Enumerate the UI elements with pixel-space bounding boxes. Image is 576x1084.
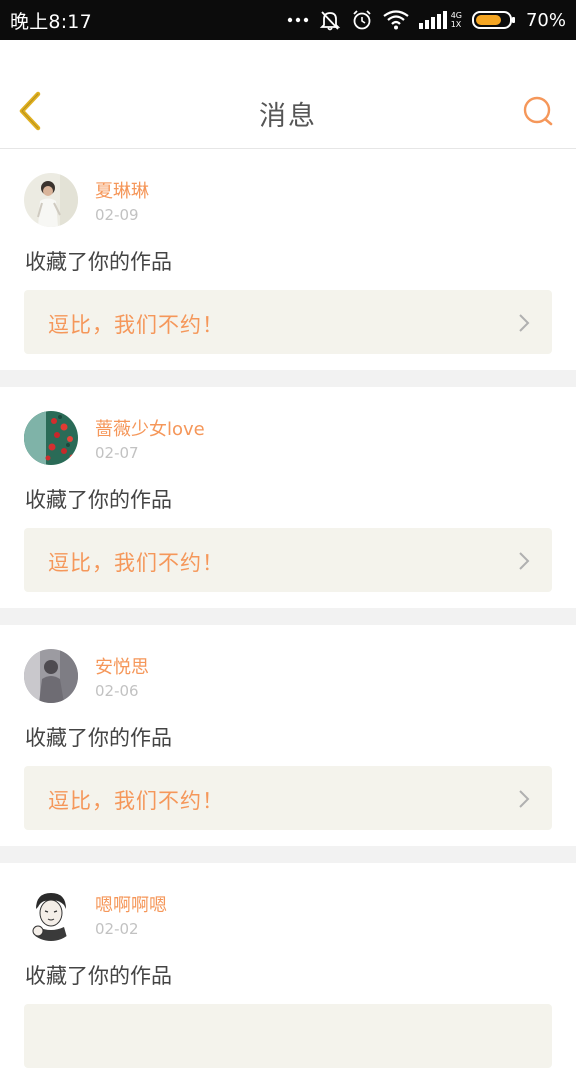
network-type: 4G [450, 11, 462, 20]
quoted-work[interactable] [24, 1004, 552, 1068]
page-title: 消息 [259, 101, 317, 132]
username[interactable]: 蔷薇少女love [95, 415, 205, 441]
quoted-work-title: 逗比，我们不约！ [48, 789, 224, 813]
quoted-work[interactable]: 逗比，我们不约！ [24, 766, 552, 830]
quoted-work[interactable]: 逗比，我们不约！ [24, 290, 552, 354]
divider [0, 370, 576, 387]
signal-icon: 4G 1X [418, 11, 462, 29]
quoted-work-title: 逗比，我们不约！ [48, 313, 224, 337]
chevron-right-icon [518, 551, 530, 575]
action-text: 收藏了你的作品 [25, 250, 172, 274]
message-item[interactable]: 夏琳琳 02-09 收藏了你的作品 逗比，我们不约！ [0, 149, 576, 370]
search-icon [522, 95, 554, 131]
username[interactable]: 夏琳琳 [95, 177, 149, 203]
battery-icon [471, 10, 516, 30]
search-button[interactable] [520, 95, 556, 131]
avatar[interactable] [24, 173, 78, 227]
action-text: 收藏了你的作品 [25, 488, 172, 512]
status-icons: 4G 1X 70% [287, 9, 566, 31]
message-date: 02-09 [95, 206, 139, 224]
message-date: 02-07 [95, 444, 139, 462]
battery-percent: 70% [525, 9, 566, 31]
username[interactable]: 嗯啊啊嗯 [95, 891, 167, 917]
header: 消息 [0, 40, 576, 149]
divider [0, 846, 576, 863]
chevron-right-icon [518, 789, 530, 813]
username[interactable]: 安悦思 [95, 653, 149, 679]
avatar[interactable] [24, 887, 78, 941]
status-time: 晚上8:17 [10, 10, 92, 33]
message-item[interactable]: 嗯啊啊嗯 02-02 收藏了你的作品 [0, 863, 576, 1084]
network-type-secondary: 1X [450, 20, 462, 29]
quoted-work[interactable]: 逗比，我们不约！ [24, 528, 552, 592]
notification-off-icon [319, 9, 341, 31]
message-list: 夏琳琳 02-09 收藏了你的作品 逗比，我们不约！ 蔷薇少女love 02-0… [0, 149, 576, 1084]
message-date: 02-06 [95, 682, 139, 700]
message-date: 02-02 [95, 920, 139, 938]
alarm-icon [351, 9, 373, 31]
chevron-right-icon [518, 313, 530, 337]
more-icon [287, 16, 309, 24]
quoted-work-title: 逗比，我们不约！ [48, 551, 224, 575]
wifi-icon [383, 10, 409, 30]
divider [0, 608, 576, 625]
avatar[interactable] [24, 411, 78, 465]
action-text: 收藏了你的作品 [25, 726, 172, 750]
action-text: 收藏了你的作品 [25, 964, 172, 988]
avatar[interactable] [24, 649, 78, 703]
message-item[interactable]: 安悦思 02-06 收藏了你的作品 逗比，我们不约！ [0, 625, 576, 846]
message-item[interactable]: 蔷薇少女love 02-07 收藏了你的作品 逗比，我们不约！ [0, 387, 576, 608]
status-bar: 晚上8:17 4G 1X 70% [0, 0, 576, 40]
